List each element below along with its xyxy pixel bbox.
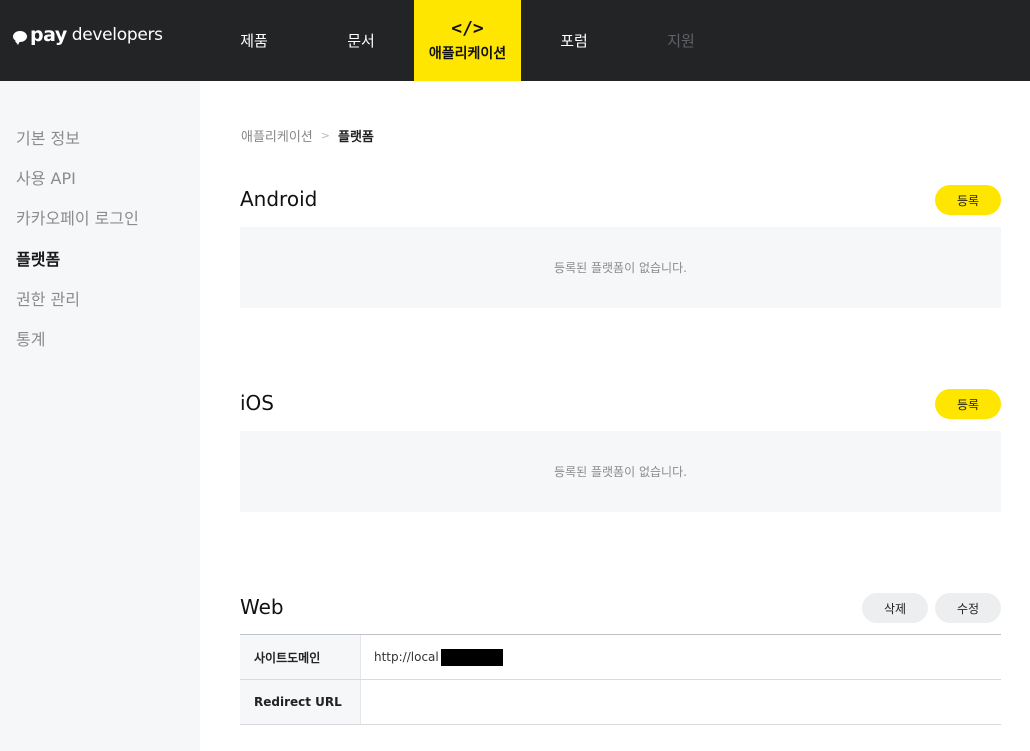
sidebar-item-statistics[interactable]: 통계 [16, 326, 45, 350]
empty-message: 등록된 플랫폼이 없습니다. [554, 465, 687, 479]
code-icon: </> [451, 18, 484, 39]
logo[interactable]: pay developers [13, 22, 163, 48]
sidebar-item-kakaopay-login[interactable]: 카카오페이 로그인 [16, 205, 139, 229]
top-navigation-bar: pay developers 제품 문서 </> 애플리케이션 포럼 지원 [0, 0, 1030, 81]
nav-item-label: 제품 [240, 32, 268, 50]
nav-item-products[interactable]: 제품 [226, 0, 282, 81]
site-domain-label: 사이트도메인 [240, 635, 361, 679]
logo-suffix: developers [71, 25, 163, 45]
android-register-button[interactable]: 등록 [935, 185, 1001, 215]
chevron-right-icon: > [320, 129, 330, 142]
web-section-title: Web [240, 595, 284, 619]
redirect-url-value [361, 680, 1001, 724]
table-row: Redirect URL [240, 680, 1001, 725]
nav-item-applications[interactable]: </> 애플리케이션 [414, 0, 521, 81]
ios-section-title: iOS [240, 391, 274, 415]
web-delete-button[interactable]: 삭제 [862, 593, 928, 623]
redaction-block [440, 648, 503, 666]
sidebar-item-used-api[interactable]: 사용 API [16, 165, 76, 189]
sidebar-item-platform[interactable]: 플랫폼 [16, 246, 60, 270]
breadcrumb: 애플리케이션 > 플랫폼 [241, 126, 374, 145]
site-domain-value: http://local [361, 635, 1001, 679]
android-empty-state: 등록된 플랫폼이 없습니다. [240, 227, 1001, 308]
nav-item-support[interactable]: 지원 [653, 0, 709, 81]
table-row: 사이트도메인 http://local [240, 635, 1001, 680]
web-settings-table: 사이트도메인 http://local Redirect URL [240, 634, 1001, 725]
nav-item-label: 지원 [667, 32, 695, 50]
breadcrumb-current: 플랫폼 [337, 130, 374, 145]
empty-message: 등록된 플랫폼이 없습니다. [554, 261, 687, 275]
ios-empty-state: 등록된 플랫폼이 없습니다. [240, 431, 1001, 512]
sidebar-item-basic-info[interactable]: 기본 정보 [16, 125, 80, 149]
web-edit-button[interactable]: 수정 [935, 593, 1001, 623]
redirect-url-label: Redirect URL [240, 680, 361, 724]
speech-bubble-icon [13, 31, 27, 45]
nav-item-label: 문서 [347, 32, 375, 50]
logo-brand: pay [30, 24, 67, 46]
sidebar: 기본 정보 사용 API 카카오페이 로그인 플랫폼 권한 관리 통계 [0, 81, 200, 751]
nav-item-label: 애플리케이션 [428, 46, 507, 62]
sidebar-item-permissions[interactable]: 권한 관리 [16, 286, 80, 310]
site-domain-text: http://local [374, 650, 439, 664]
nav-item-docs[interactable]: 문서 [333, 0, 389, 81]
breadcrumb-parent[interactable]: 애플리케이션 [241, 126, 313, 145]
android-section-title: Android [240, 187, 318, 211]
nav-item-label: 포럼 [560, 32, 588, 50]
ios-register-button[interactable]: 등록 [935, 389, 1001, 419]
nav-item-forum[interactable]: 포럼 [546, 0, 602, 81]
